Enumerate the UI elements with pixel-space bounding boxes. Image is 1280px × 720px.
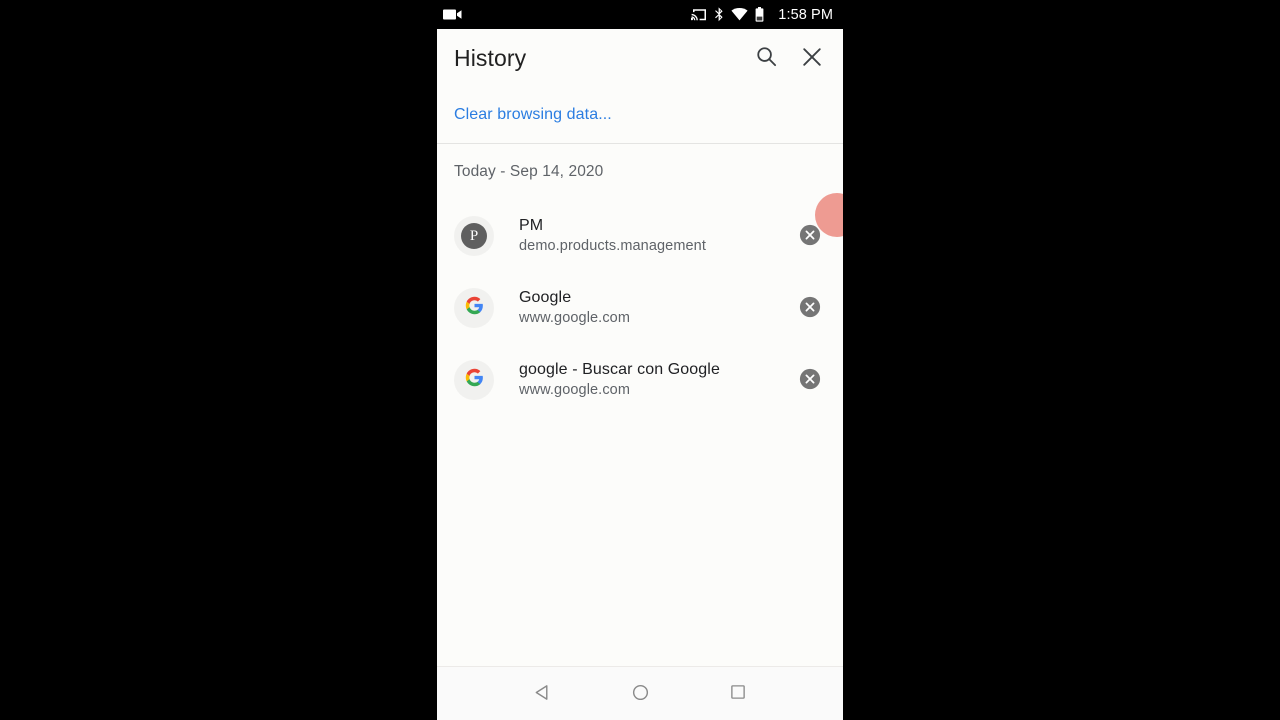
date-group-header: Today - Sep 14, 2020 <box>454 163 604 180</box>
nav-recents-button[interactable] <box>714 672 762 716</box>
cast-icon <box>691 8 707 22</box>
remove-circle-icon <box>799 368 821 393</box>
remove-history-item-button[interactable] <box>793 363 827 397</box>
history-item[interactable]: P PM demo.products.management <box>437 200 843 272</box>
status-bar-clock: 1:58 PM <box>778 6 833 23</box>
history-item-texts: PM demo.products.management <box>519 217 793 255</box>
history-item-url: www.google.com <box>519 382 631 399</box>
nav-back-button[interactable] <box>518 672 566 716</box>
bluetooth-icon <box>714 7 724 22</box>
remove-history-item-button[interactable] <box>793 219 827 253</box>
battery-icon <box>755 7 764 22</box>
video-camera-icon <box>443 8 462 21</box>
remove-circle-icon <box>799 224 821 249</box>
close-icon <box>801 46 823 71</box>
history-item-url: www.google.com <box>519 310 631 327</box>
history-header: History <box>437 29 843 87</box>
history-item-texts: google - Buscar con Google www.google.co… <box>519 361 793 399</box>
phone-screen: 1:58 PM History Clear browsing data... T… <box>437 0 843 720</box>
clear-browsing-data-row[interactable]: Clear browsing data... <box>437 87 843 143</box>
remove-history-item-button[interactable] <box>793 291 827 325</box>
search-icon <box>755 45 778 71</box>
close-button[interactable] <box>792 38 832 78</box>
back-triangle-icon <box>533 683 552 705</box>
favicon: P <box>454 216 494 256</box>
google-g-icon <box>465 296 484 320</box>
history-item-url: demo.products.management <box>519 238 706 255</box>
pm-letter-icon: P <box>461 223 487 249</box>
google-g-icon <box>465 368 484 392</box>
wifi-icon <box>731 8 748 21</box>
search-button[interactable] <box>746 38 786 78</box>
history-item-title: google - Buscar con Google <box>519 360 720 378</box>
clear-browsing-data-link[interactable]: Clear browsing data... <box>454 106 612 124</box>
home-circle-icon <box>631 683 650 705</box>
recents-square-icon <box>729 683 747 704</box>
android-navigation-bar <box>437 666 843 720</box>
remove-circle-icon <box>799 296 821 321</box>
history-item-title: Google <box>519 288 572 306</box>
history-item[interactable]: Google www.google.com <box>437 272 843 344</box>
page-title: History <box>454 44 527 71</box>
history-panel: History Clear browsing data... Today - S… <box>437 29 843 666</box>
history-list: P PM demo.products.management Google www… <box>437 200 843 416</box>
nav-home-button[interactable] <box>616 672 664 716</box>
history-item-title: PM <box>519 216 544 234</box>
status-bar-right: 1:58 PM <box>691 7 833 23</box>
status-bar: 1:58 PM <box>437 0 843 29</box>
status-bar-left <box>443 8 462 21</box>
history-item-texts: Google www.google.com <box>519 289 793 327</box>
favicon <box>454 288 494 328</box>
history-item[interactable]: google - Buscar con Google www.google.co… <box>437 344 843 416</box>
favicon <box>454 360 494 400</box>
screenshot-root: 1:58 PM History Clear browsing data... T… <box>0 0 1280 720</box>
